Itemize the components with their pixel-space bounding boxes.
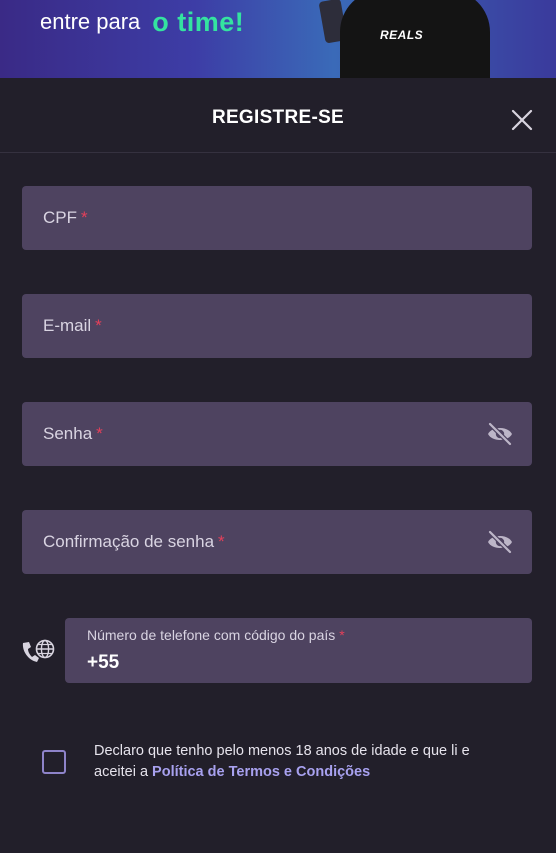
eye-slash-icon — [487, 529, 513, 555]
banner-shirt-logo: REALS — [380, 28, 424, 42]
modal-title: REGISTRE-SE — [211, 107, 345, 128]
close-icon — [511, 109, 533, 131]
password-visibility-toggle[interactable] — [486, 421, 514, 447]
email-input[interactable] — [22, 294, 532, 358]
age-consent-checkbox[interactable] — [42, 750, 66, 774]
age-consent-text: Declaro que tenho pelo menos 18 anos de … — [94, 743, 470, 780]
cpf-input[interactable] — [22, 186, 532, 250]
required-mark: * — [339, 627, 345, 643]
password-confirm-visibility-toggle[interactable] — [486, 529, 514, 555]
cpf-field[interactable]: CPF * — [22, 186, 532, 250]
banner-headline: entre para o time! — [40, 2, 244, 42]
password-confirm-input[interactable] — [22, 510, 532, 574]
modal-header: REGISTRE-SE — [0, 78, 556, 153]
phone-globe-icon — [22, 639, 55, 662]
phone-input[interactable]: +55 — [87, 652, 119, 674]
close-button[interactable] — [508, 106, 536, 134]
email-field[interactable]: E-mail * — [22, 294, 532, 358]
banner-lead-text: entre para — [40, 9, 141, 34]
banner-highlight-text: o time! — [152, 6, 245, 37]
password-field[interactable]: Senha * — [22, 402, 532, 466]
phone-field[interactable]: Número de telefone com código do país * +… — [65, 618, 532, 683]
phone-label: Número de telefone com código do país * — [87, 627, 345, 643]
terms-link[interactable]: Política de Termos e Condições — [152, 764, 370, 780]
eye-slash-icon — [487, 421, 513, 447]
password-confirm-field[interactable]: Confirmação de senha * — [22, 510, 532, 574]
promo-banner: entre para o time! REALS — [0, 0, 556, 78]
register-modal: REGISTRE-SE CPF * E-mail * Senha * Confi… — [0, 78, 556, 853]
password-input[interactable] — [22, 402, 532, 466]
